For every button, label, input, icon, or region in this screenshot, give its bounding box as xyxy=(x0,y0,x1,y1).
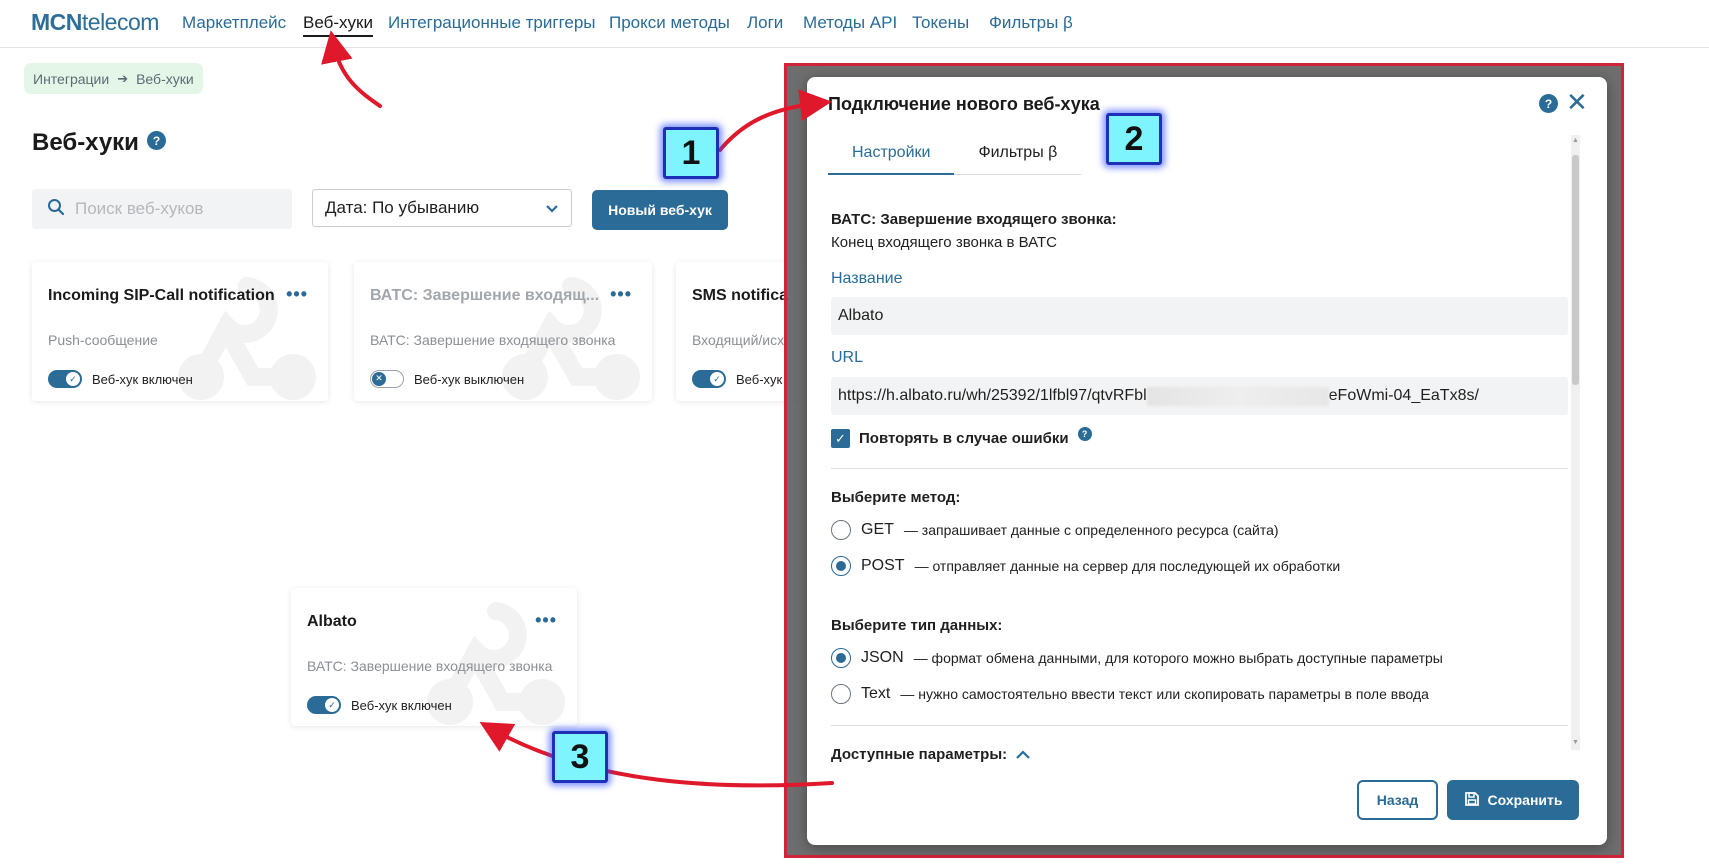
arrow-to-albato-card xyxy=(479,722,834,788)
annotation-callout-1: 1 xyxy=(663,127,719,179)
arrow-to-dialog-title xyxy=(718,89,832,152)
arrow-to-webhooks-tab xyxy=(321,30,382,108)
annotation-callout-2: 2 xyxy=(1106,113,1162,165)
annotation-callout-3: 3 xyxy=(552,731,608,783)
annotation-arrows xyxy=(321,30,834,788)
